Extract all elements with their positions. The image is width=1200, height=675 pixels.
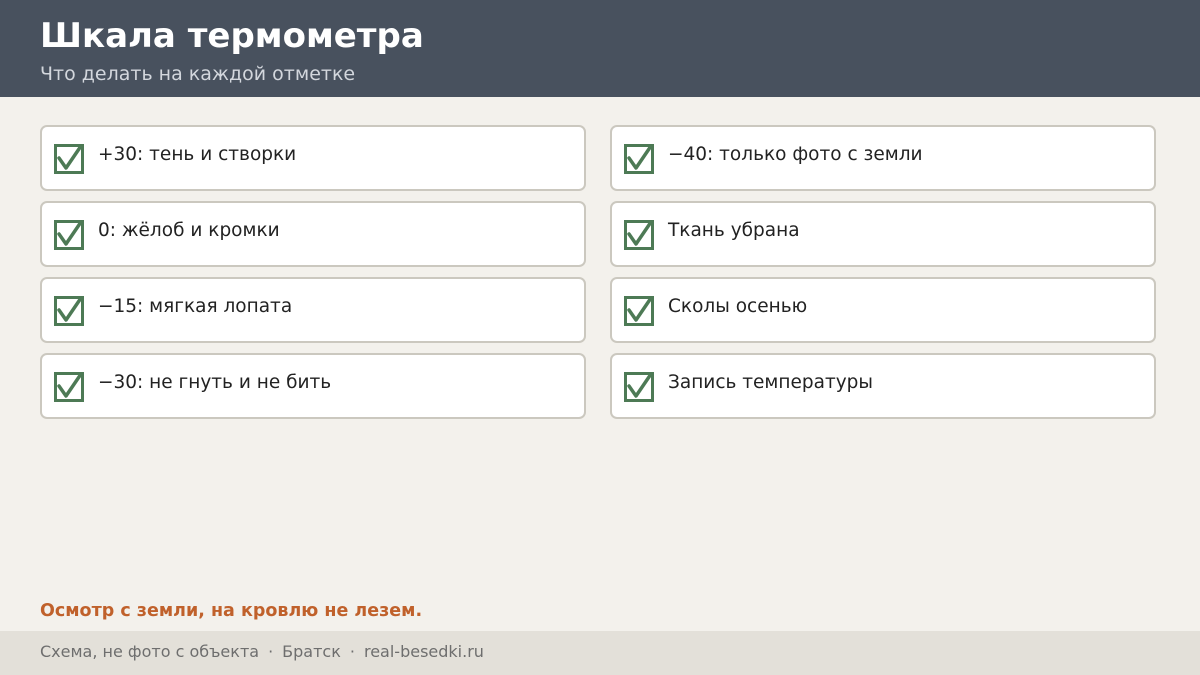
checklist-item-label: +30: тень и створки	[98, 144, 297, 165]
checked-checkbox-icon	[624, 296, 654, 326]
checked-checkbox-icon	[54, 296, 84, 326]
checklist-item: −30: не гнуть и не бить	[40, 353, 586, 419]
checklist-item-label: Сколы осенью	[668, 296, 808, 317]
checklist-item: Сколы осенью	[610, 277, 1156, 343]
checklist-item: Запись температуры	[610, 353, 1156, 419]
checked-checkbox-icon	[54, 372, 84, 402]
header: Шкала термометра Что делать на каждой от…	[0, 0, 1200, 97]
checked-checkbox-icon	[624, 220, 654, 250]
checklist-item: +30: тень и створки	[40, 125, 586, 191]
footer-site: real-besedki.ru	[363, 642, 484, 661]
footer-line: Схема, не фото с объекта · Братск · real-bes…	[40, 641, 484, 663]
checklist-item: −40: только фото с земли	[610, 125, 1156, 191]
checklist-item-label: −40: только фото с земли	[668, 144, 923, 165]
page-subtitle: Что делать на каждой отметке	[40, 63, 356, 85]
checked-checkbox-icon	[54, 144, 84, 174]
checked-checkbox-icon	[624, 372, 654, 402]
footer-disclaimer: Схема, не фото с объекта	[40, 642, 260, 661]
checklist-item: 0: жёлоб и кромки	[40, 201, 586, 267]
footer-separator: ·	[268, 642, 274, 661]
checklist-item: −15: мягкая лопата	[40, 277, 586, 343]
checklist-item: Ткань убрана	[610, 201, 1156, 267]
footer: Схема, не фото с объекта · Братск · real-bes…	[0, 631, 1200, 675]
checked-checkbox-icon	[54, 220, 84, 250]
checklist-item-label: Ткань убрана	[668, 220, 800, 241]
checked-checkbox-icon	[624, 144, 654, 174]
page-title: Шкала термометра	[40, 16, 424, 56]
checklist-grid: +30: тень и створки −40: только фото с з…	[40, 125, 1156, 419]
checklist-item-label: −30: не гнуть и не бить	[98, 372, 332, 393]
safety-note: Осмотр с земли, на кровлю не лезем.	[40, 601, 423, 621]
checklist-item-label: Запись температуры	[668, 372, 874, 393]
checklist-item-label: 0: жёлоб и кромки	[98, 220, 280, 241]
footer-city: Братск	[282, 642, 341, 661]
footer-separator: ·	[349, 642, 355, 661]
checklist-item-label: −15: мягкая лопата	[98, 296, 293, 317]
